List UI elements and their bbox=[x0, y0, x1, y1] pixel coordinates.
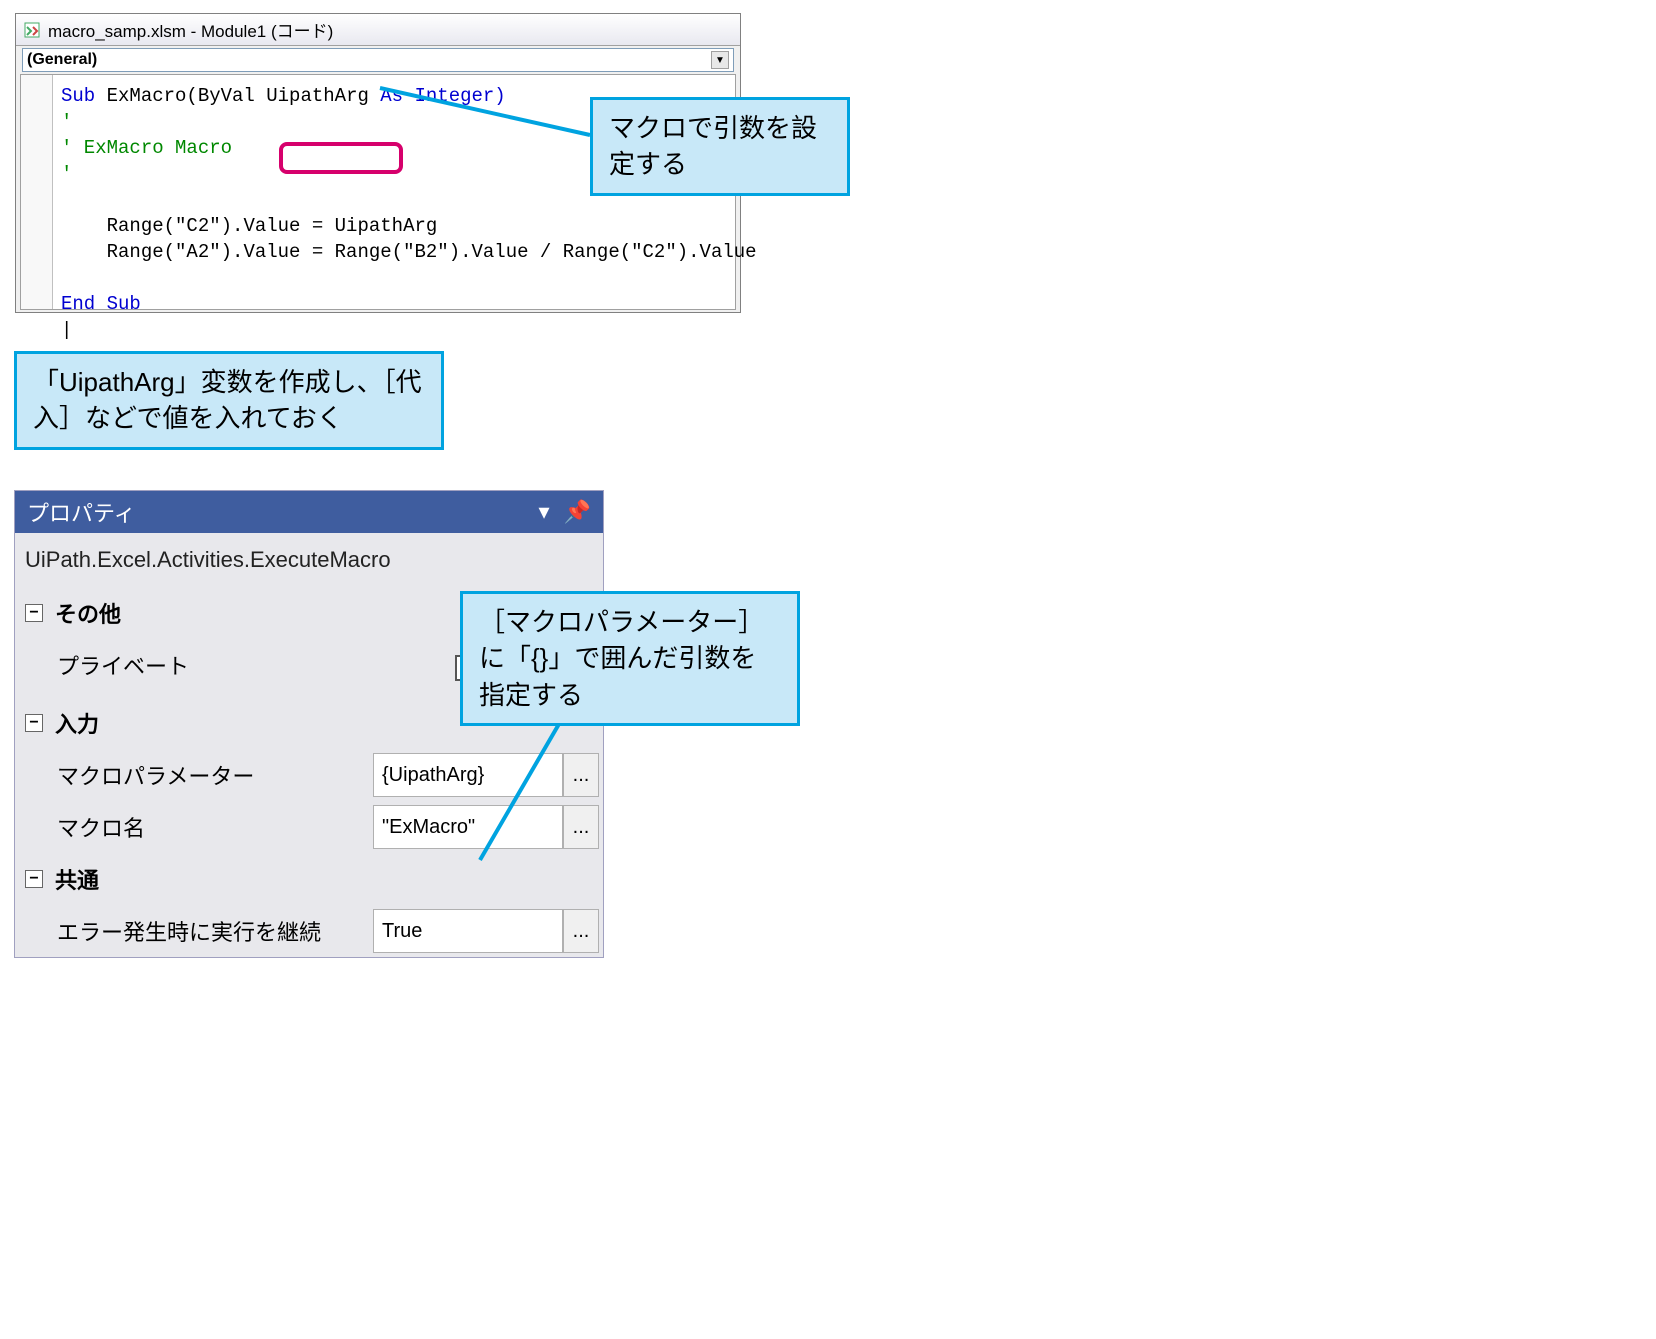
code-text: ).Value = Range( bbox=[221, 241, 403, 263]
vba-object-dropdown[interactable]: (General) ▼ bbox=[22, 48, 734, 72]
pin-icon[interactable]: 📌 bbox=[564, 499, 591, 525]
code-comment: ' bbox=[61, 163, 72, 185]
continue-on-error-label: エラー発生時に実行を継続 bbox=[49, 905, 373, 957]
code-comment: ' bbox=[61, 111, 72, 133]
macro-parameter-browse-button[interactable]: ... bbox=[563, 753, 599, 797]
code-highlight-box bbox=[279, 142, 403, 174]
properties-title: プロパティ bbox=[27, 496, 136, 528]
code-text: Range( bbox=[61, 241, 175, 263]
code-text: Range( bbox=[61, 215, 175, 237]
vba-titlebar: macro_samp.xlsm - Module1 (コード) bbox=[16, 14, 740, 46]
callout-macro-parameter: ［マクロパラメーター］に「{}」で囲んだ引数を指定する bbox=[460, 591, 800, 726]
code-keyword-sub: Sub bbox=[61, 85, 107, 107]
activity-fullname: UiPath.Excel.Activities.ExecuteMacro bbox=[15, 533, 603, 587]
callout-text: マクロで引数を設定する bbox=[609, 113, 817, 179]
row-indent bbox=[15, 801, 49, 853]
section-label: 共通 bbox=[55, 863, 597, 895]
callout-create-variable: 「UipathArg」変数を作成し、［代入］などで値を入れておく bbox=[14, 351, 444, 450]
macro-parameter-input[interactable]: {UipathArg} bbox=[373, 753, 563, 797]
code-text: ).Value / Range( bbox=[449, 241, 631, 263]
vba-dropdown-value: (General) bbox=[27, 51, 97, 69]
dropdown-icon[interactable]: ▾ bbox=[539, 499, 550, 525]
code-string: "C2" bbox=[175, 215, 221, 237]
macro-name-label: マクロ名 bbox=[49, 801, 373, 853]
macro-name-browse-button[interactable]: ... bbox=[563, 805, 599, 849]
row-indent bbox=[15, 639, 49, 697]
code-string: "B2" bbox=[403, 241, 449, 263]
vba-module-icon bbox=[22, 20, 42, 40]
collapse-toggle-icon[interactable]: − bbox=[25, 714, 43, 732]
vba-window-title: macro_samp.xlsm - Module1 (コード) bbox=[48, 17, 333, 42]
private-label: プライベート bbox=[49, 639, 373, 697]
dropdown-arrow-icon[interactable]: ▼ bbox=[711, 51, 729, 69]
callout-set-argument: マクロで引数を設定する bbox=[590, 97, 850, 196]
collapse-toggle-icon[interactable]: − bbox=[25, 604, 43, 622]
code-arg-name: UipathArg bbox=[266, 85, 369, 107]
callout-text: ［マクロパラメーター］に「{}」で囲んだ引数を指定する bbox=[479, 607, 764, 710]
code-text: ).Value bbox=[677, 241, 757, 263]
code-arg-type: As Integer) bbox=[369, 85, 506, 107]
code-proc-name: ExMacro(ByVal bbox=[107, 85, 267, 107]
continue-on-error-browse-button[interactable]: ... bbox=[563, 909, 599, 953]
vba-gutter bbox=[21, 75, 53, 309]
properties-header: プロパティ ▾ 📌 bbox=[15, 491, 603, 533]
continue-on-error-input[interactable]: True bbox=[373, 909, 563, 953]
callout-text: 「UipathArg」変数を作成し、［代入］などで値を入れておく bbox=[33, 367, 422, 433]
section-common[interactable]: − 共通 bbox=[15, 853, 603, 905]
code-string: "A2" bbox=[175, 241, 221, 263]
macro-name-input[interactable]: "ExMacro" bbox=[373, 805, 563, 849]
row-indent bbox=[15, 905, 49, 957]
code-text: ).Value = UipathArg bbox=[221, 215, 438, 237]
row-indent bbox=[15, 749, 49, 801]
code-keyword-endsub: End Sub bbox=[61, 293, 141, 315]
code-comment: ' ExMacro Macro bbox=[61, 137, 232, 159]
collapse-toggle-icon[interactable]: − bbox=[25, 870, 43, 888]
vba-dropdown-row: (General) ▼ bbox=[16, 46, 740, 74]
macro-parameter-label: マクロパラメーター bbox=[49, 749, 373, 801]
code-string: "C2" bbox=[631, 241, 677, 263]
